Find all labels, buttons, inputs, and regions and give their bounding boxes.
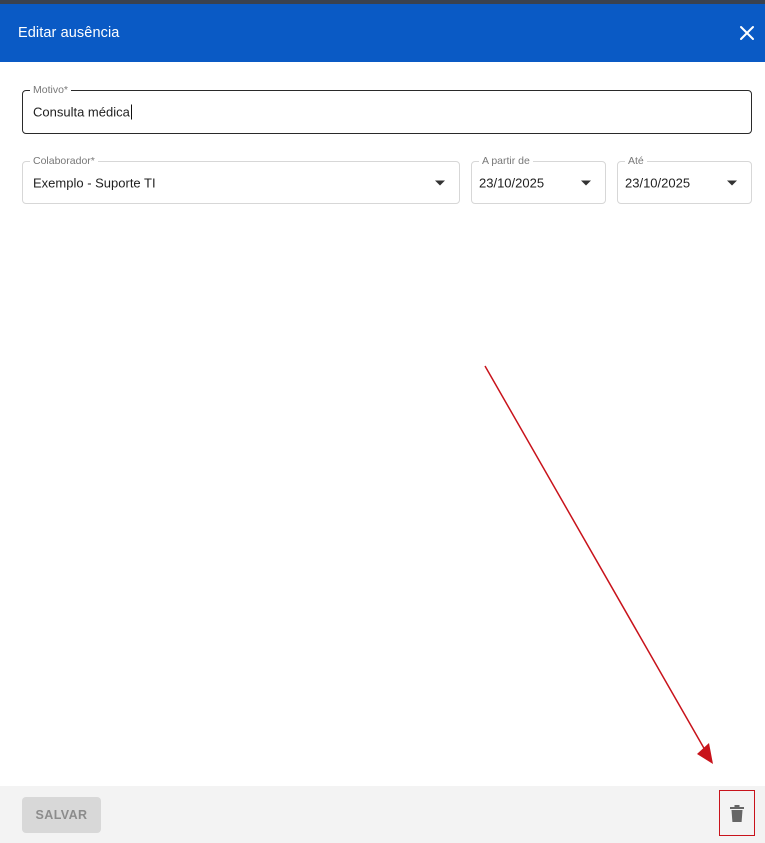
save-button[interactable]: SALVAR: [22, 797, 101, 833]
chevron-down-icon[interactable]: [435, 180, 445, 185]
dialog-footer: SALVAR: [0, 786, 765, 843]
delete-button[interactable]: [719, 790, 755, 836]
chevron-down-icon[interactable]: [727, 180, 737, 185]
start-date-label: A partir de: [479, 155, 533, 167]
end-date-label: Até: [625, 155, 647, 167]
motivo-field[interactable]: Motivo* Consulta médica: [22, 84, 752, 134]
colaborador-value: Exemplo - Suporte TI: [33, 175, 156, 190]
close-button[interactable]: [735, 21, 759, 45]
dialog-title: Editar ausência: [18, 25, 120, 41]
close-icon: [740, 26, 754, 40]
motivo-input[interactable]: Consulta médica: [33, 105, 130, 120]
colaborador-label: Colaborador*: [30, 155, 98, 167]
end-date-select[interactable]: Até 23/10/2025: [617, 155, 752, 204]
motivo-label: Motivo*: [30, 84, 72, 96]
start-date-select[interactable]: A partir de 23/10/2025: [471, 155, 606, 204]
text-cursor: [130, 104, 132, 120]
dialog-header: Editar ausência: [0, 4, 765, 62]
chevron-down-icon[interactable]: [581, 180, 591, 185]
colaborador-select[interactable]: Colaborador* Exemplo - Suporte TI: [22, 155, 460, 204]
trash-icon: [730, 804, 744, 822]
start-date-value: 23/10/2025: [479, 175, 545, 190]
end-date-value: 23/10/2025: [625, 175, 691, 190]
